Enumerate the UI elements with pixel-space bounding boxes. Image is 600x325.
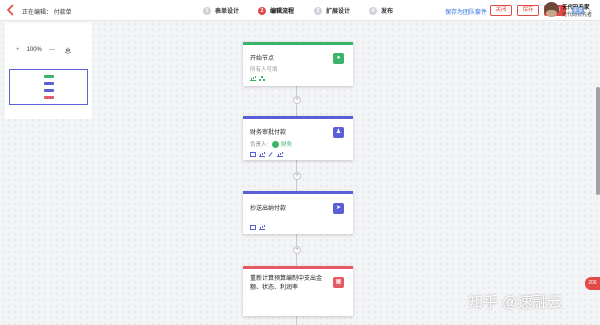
user-icon: ♟ bbox=[333, 127, 344, 138]
add-node-button[interactable]: + bbox=[293, 246, 301, 254]
zoom-in-button[interactable]: + bbox=[16, 47, 20, 53]
minimap-node bbox=[44, 96, 54, 99]
app-header: 正在编辑： 付款单 1 表单设计 2 编辑流程 3 扩展设计 4 发布 保存为团… bbox=[0, 0, 600, 21]
node-title: 财务审批付款 bbox=[250, 130, 287, 136]
close-button[interactable]: 关闭 bbox=[490, 5, 512, 16]
editing-title: 正在编辑： 付款单 bbox=[22, 10, 72, 16]
step-label: 编辑流程 bbox=[270, 9, 295, 15]
avatar[interactable] bbox=[544, 2, 559, 17]
step-number: 3 bbox=[314, 6, 322, 15]
branch-icon bbox=[259, 76, 265, 81]
field-permission-icon bbox=[259, 225, 265, 230]
more-button[interactable]: 更多 bbox=[572, 7, 585, 14]
step-number: 4 bbox=[369, 6, 377, 15]
chevron-down-icon[interactable]: ⌄ bbox=[588, 7, 592, 13]
compute-node[interactable]: 重新计算预算编制中支出金额、状态、利润率 ▦ bbox=[243, 266, 353, 316]
watermark: 知乎 @速融云 bbox=[468, 294, 563, 311]
add-node-button[interactable]: + bbox=[293, 172, 301, 180]
minimap-node bbox=[44, 89, 54, 92]
field-permission-icon bbox=[259, 152, 265, 157]
node-title: 开始节点 bbox=[250, 56, 275, 62]
send-icon: ➤ bbox=[333, 203, 344, 214]
cc-node[interactable]: 抄送出纳付款 ➤ bbox=[243, 191, 353, 234]
stats-icon bbox=[277, 152, 283, 157]
approval-node[interactable]: 财务审批付款 负责人: 财务 ♟ bbox=[243, 116, 353, 160]
node-properties bbox=[250, 225, 265, 230]
edit-icon bbox=[268, 152, 274, 157]
step-label: 发布 bbox=[381, 9, 394, 15]
step-label: 表单设计 bbox=[215, 9, 240, 15]
start-node[interactable]: 开始节点 所有人可填 ● bbox=[243, 42, 353, 86]
field-permission-icon bbox=[250, 76, 256, 81]
form-icon bbox=[250, 152, 256, 157]
step-number: 1 bbox=[203, 6, 211, 15]
fit-view-button[interactable]: 总 bbox=[65, 46, 71, 55]
step-form-design[interactable]: 1 表单设计 bbox=[203, 5, 239, 16]
step-extension-design[interactable]: 3 扩展设计 bbox=[314, 5, 350, 16]
step-label: 扩展设计 bbox=[326, 9, 351, 15]
side-badge[interactable]: 206 bbox=[585, 277, 600, 290]
minimap-node bbox=[44, 82, 54, 85]
owner-avatar-icon bbox=[272, 140, 280, 148]
add-node-button[interactable]: + bbox=[293, 96, 301, 104]
save-as-team-kit-link[interactable]: 保存为团队套件 bbox=[445, 7, 487, 16]
owner-label: 负责人: bbox=[250, 142, 269, 148]
form-icon bbox=[250, 225, 256, 230]
node-properties bbox=[250, 76, 265, 81]
node-properties bbox=[250, 152, 283, 157]
step-publish[interactable]: 4 发布 bbox=[369, 5, 393, 16]
zoom-controls: + 100% — 总 bbox=[16, 45, 71, 55]
minimap[interactable] bbox=[9, 69, 88, 105]
zoom-level: 100% bbox=[26, 47, 42, 53]
start-icon: ● bbox=[333, 53, 344, 64]
save-button[interactable]: 保存 bbox=[517, 5, 539, 16]
node-owner: 负责人: 财务 bbox=[250, 140, 292, 148]
minimap-node bbox=[44, 75, 54, 78]
zoom-out-button[interactable]: — bbox=[49, 47, 55, 53]
step-edit-flow[interactable]: 2 编辑流程 bbox=[258, 5, 294, 16]
owner-name: 财务 bbox=[281, 142, 293, 148]
node-title: 抄送出纳付款 bbox=[250, 206, 287, 212]
step-number: 2 bbox=[258, 6, 266, 15]
node-title: 重新计算预算编制中支出金额、状态、利润率 bbox=[250, 276, 323, 291]
node-subtitle: 所有人可填 bbox=[250, 67, 278, 73]
back-arrow-icon[interactable] bbox=[6, 4, 16, 16]
calculator-icon: ▦ bbox=[333, 277, 344, 288]
vertical-scrollbar[interactable] bbox=[596, 87, 600, 195]
